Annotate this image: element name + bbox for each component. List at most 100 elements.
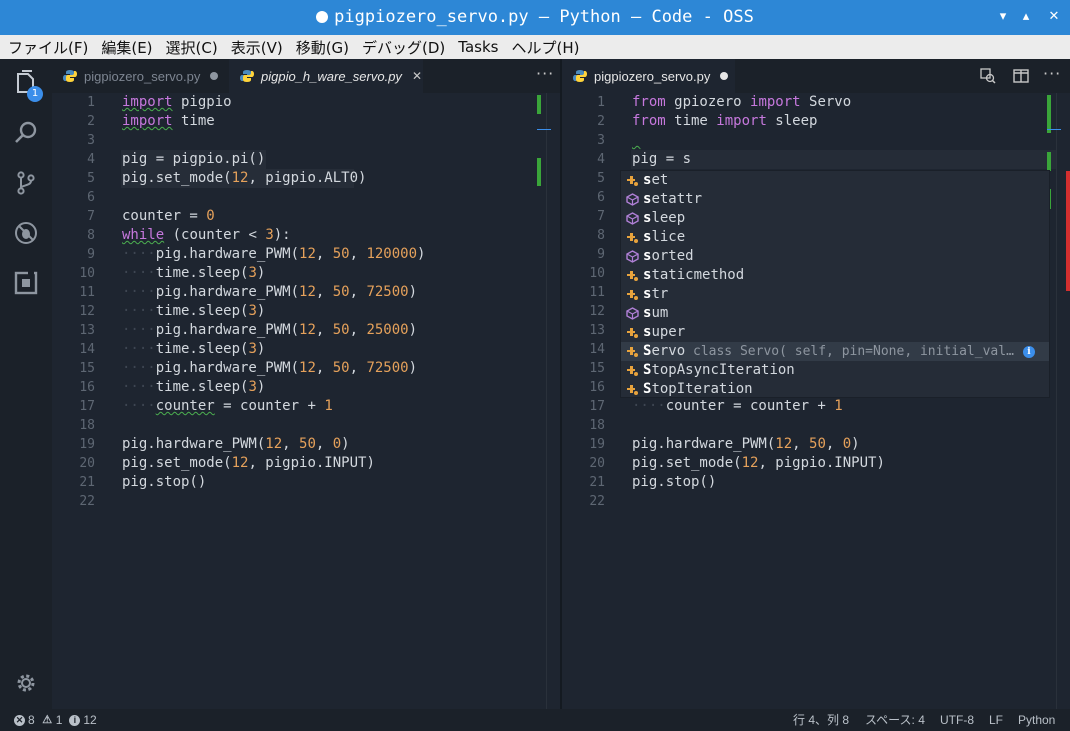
explorer-badge: 1 bbox=[27, 86, 43, 102]
scrollbar-right[interactable] bbox=[1047, 93, 1070, 709]
code-text: import pigpio bbox=[122, 94, 232, 110]
suggestion-item[interactable]: Servo class Servo( self, pin=None, initia… bbox=[621, 342, 1049, 361]
scroll-position-marker bbox=[1047, 129, 1061, 130]
cursor-position[interactable]: 行 4、列 8 bbox=[793, 709, 849, 731]
suggestion-label: str bbox=[643, 286, 669, 302]
python-file-icon bbox=[573, 70, 587, 82]
scrollbar-left[interactable] bbox=[537, 93, 560, 709]
more-actions-icon[interactable]: ··· bbox=[536, 59, 554, 93]
open-preview-icon[interactable] bbox=[980, 68, 996, 84]
code-text: counter = 0 bbox=[122, 208, 215, 224]
menu-go[interactable]: 移動(G) bbox=[296, 37, 349, 58]
search-button[interactable] bbox=[0, 109, 52, 157]
status-bar: ✕ 8 ⚠ 1 i 12 行 4、列 8 スペース: 4 UTF-8 LF Pytho… bbox=[0, 709, 1070, 731]
line-number: 14 bbox=[589, 342, 605, 357]
suggestion-item[interactable]: sum bbox=[621, 304, 1049, 323]
line-number: 7 bbox=[597, 209, 605, 224]
line-number: 17 bbox=[589, 399, 605, 414]
search-icon bbox=[15, 121, 37, 143]
suggestion-label: StopAsyncIteration bbox=[643, 362, 795, 378]
code-line: 11 ····pig.hardware_PWM(12, 50, 72500) bbox=[52, 283, 560, 302]
line-number: 3 bbox=[87, 133, 95, 148]
code-line: 18 bbox=[562, 416, 1070, 435]
code-line: 6 bbox=[52, 188, 560, 207]
maximize-button[interactable]: ▴ bbox=[1018, 9, 1034, 25]
suggestion-item[interactable]: str bbox=[621, 285, 1049, 304]
class-symbol-icon bbox=[626, 288, 639, 301]
code-line: 2 from time import sleep bbox=[562, 112, 1070, 131]
line-number: 13 bbox=[79, 323, 95, 338]
menu-view[interactable]: 表示(V) bbox=[231, 37, 283, 58]
code-line: 7 counter = 0 bbox=[52, 207, 560, 226]
code-text: ····pig.hardware_PWM(12, 50, 72500) bbox=[122, 284, 418, 300]
menu-selection[interactable]: 選択(C) bbox=[166, 37, 218, 58]
tab-pigpiozero-servo-active[interactable]: pigpiozero_servo.py bbox=[562, 59, 735, 93]
code-line: 1 import pigpio bbox=[52, 93, 560, 112]
suggestion-item[interactable]: setattr bbox=[621, 190, 1049, 209]
code-text: from gpiozero import Servo bbox=[632, 94, 852, 110]
line-number: 10 bbox=[79, 266, 95, 281]
code-text: pig.set_mode(12, pigpio.INPUT) bbox=[122, 455, 375, 471]
suggestion-item[interactable]: StopIteration bbox=[621, 380, 1049, 399]
suggestion-item[interactable]: sorted bbox=[621, 247, 1049, 266]
code-line: 22 bbox=[52, 492, 560, 511]
info-icon: i bbox=[69, 714, 81, 726]
editor-group-left: pigpiozero_servo.py pigpio_h_ware_servo.… bbox=[52, 59, 560, 709]
code-text: pig.hardware_PWM(12, 50, 0) bbox=[122, 436, 350, 452]
problems-indicator[interactable]: ✕ 8 ⚠ 1 i 12 bbox=[14, 709, 97, 731]
code-text: while (counter < 3): bbox=[122, 227, 291, 243]
menu-tasks[interactable]: Tasks bbox=[458, 38, 498, 56]
code-line: 20 pig.set_mode(12, pigpio.INPUT) bbox=[52, 454, 560, 473]
code-line: 17 ····counter = counter + 1 bbox=[562, 397, 1070, 416]
line-number: 21 bbox=[79, 475, 95, 490]
tab-bar-right: pigpiozero_servo.py ··· bbox=[562, 59, 1070, 93]
indentation-selector[interactable]: スペース: 4 bbox=[865, 709, 925, 731]
suggestion-detail: class Servo( self, pin=None, initial_val… bbox=[693, 344, 1014, 359]
menu-debug[interactable]: デバッグ(D) bbox=[362, 37, 445, 58]
line-number: 20 bbox=[79, 456, 95, 471]
manage-button[interactable] bbox=[0, 659, 52, 707]
suggestion-item[interactable]: super bbox=[621, 323, 1049, 342]
suggestion-item[interactable]: StopAsyncIteration bbox=[621, 361, 1049, 380]
suggestion-label: setattr bbox=[643, 191, 703, 207]
language-mode-selector[interactable]: Python bbox=[1018, 709, 1055, 731]
settings-gear-icon bbox=[17, 674, 35, 692]
warning-count: 1 bbox=[55, 713, 63, 727]
line-number: 12 bbox=[589, 304, 605, 319]
split-editor-icon[interactable] bbox=[1013, 68, 1029, 84]
suggestion-item[interactable]: sleep bbox=[621, 209, 1049, 228]
minimize-button[interactable]: ▾ bbox=[995, 9, 1011, 25]
suggestion-item[interactable]: slice bbox=[621, 228, 1049, 247]
code-line: 12 ····time.sleep(3) bbox=[52, 302, 560, 321]
suggestion-label: set bbox=[643, 172, 669, 188]
eol-selector[interactable]: LF bbox=[989, 709, 1003, 731]
tab-pigpio-h-ware-servo[interactable]: pigpio_h_ware_servo.py ✕ bbox=[229, 59, 423, 93]
menu-edit[interactable]: 編集(E) bbox=[101, 37, 152, 58]
line-number: 9 bbox=[87, 247, 95, 262]
encoding-selector[interactable]: UTF-8 bbox=[940, 709, 974, 731]
debug-button[interactable] bbox=[0, 209, 52, 257]
line-number: 11 bbox=[589, 285, 605, 300]
class-symbol-icon bbox=[626, 364, 639, 377]
code-line: 22 bbox=[562, 492, 1070, 511]
explorer-button[interactable]: 1 bbox=[0, 59, 52, 107]
more-actions-icon[interactable]: ··· bbox=[1043, 59, 1061, 93]
info-icon[interactable]: i bbox=[1023, 346, 1035, 358]
line-number: 21 bbox=[589, 475, 605, 490]
suggest-widget[interactable]: set setattr sleep slice sorted staticmethod st… bbox=[620, 170, 1050, 398]
suggestion-item[interactable]: staticmethod bbox=[621, 266, 1049, 285]
tab-pigpiozero-servo[interactable]: pigpiozero_servo.py bbox=[52, 59, 229, 93]
extensions-button[interactable] bbox=[0, 259, 52, 307]
code-text: ····time.sleep(3) bbox=[122, 303, 266, 319]
menu-help[interactable]: ヘルプ(H) bbox=[511, 37, 579, 58]
class-symbol-icon bbox=[626, 383, 639, 396]
close-window-button[interactable]: ✕ bbox=[1046, 9, 1062, 25]
function-symbol-icon bbox=[626, 212, 639, 225]
source-control-button[interactable] bbox=[0, 159, 52, 207]
line-number: 16 bbox=[589, 380, 605, 395]
suggestion-item[interactable]: set bbox=[621, 171, 1049, 190]
line-number: 7 bbox=[87, 209, 95, 224]
code-text: ····pig.hardware_PWM(12, 50, 120000) bbox=[122, 246, 426, 262]
menu-file[interactable]: ファイル(F) bbox=[8, 37, 88, 58]
close-tab-icon[interactable]: ✕ bbox=[412, 69, 422, 83]
